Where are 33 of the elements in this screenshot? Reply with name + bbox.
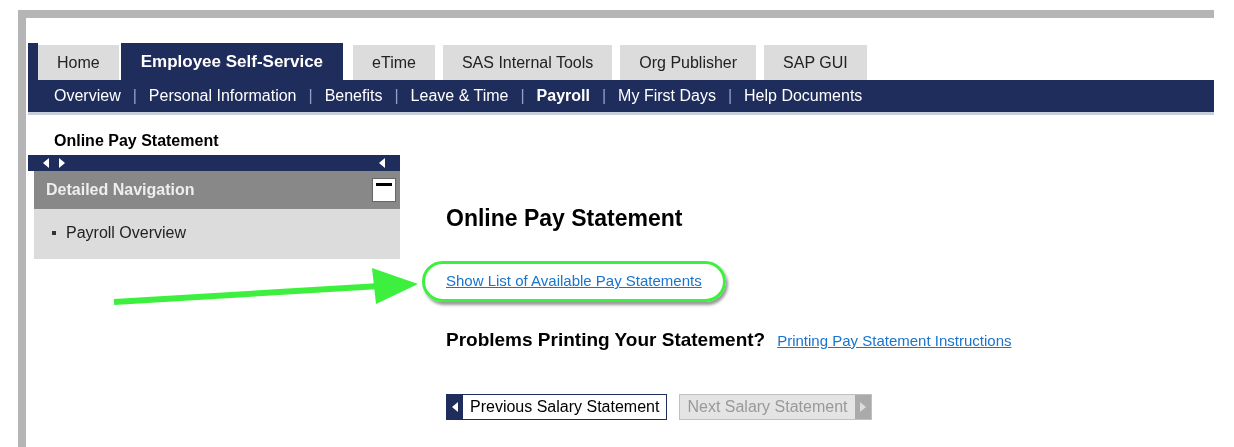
page-title: Online Pay Statement	[446, 204, 684, 233]
left-arrow-icon[interactable]	[452, 402, 458, 412]
separator: |	[727, 86, 733, 106]
separator: |	[520, 86, 525, 106]
subnav-link[interactable]: Leave & Time	[410, 84, 509, 108]
separator: |	[601, 86, 607, 106]
nav-tab[interactable]: eTime	[353, 45, 435, 80]
subnav-link[interactable]: Overview	[54, 84, 121, 108]
problems-label: Problems Printing Your Statement?	[446, 327, 766, 352]
bullet-icon	[52, 231, 56, 235]
previous-button[interactable]: Previous Salary Statement	[446, 394, 668, 420]
nav-tab[interactable]: Home	[38, 45, 119, 80]
collapse-icon[interactable]	[379, 158, 385, 168]
separator: |	[132, 86, 137, 106]
panel-title: Detailed Navigation	[46, 180, 195, 200]
right-arrow-icon[interactable]	[59, 158, 65, 168]
instructions-link[interactable]: Printing Pay Statement Instructions	[777, 329, 1012, 352]
subnav-link[interactable]: Personal Information	[148, 84, 297, 108]
separator: |	[308, 86, 313, 106]
subnav-link[interactable]: My First Days	[618, 84, 716, 108]
nav-tab[interactable]: SAP GUI	[764, 45, 867, 80]
nav-tab[interactable]: Employee Self-Service	[120, 43, 344, 80]
collapse-button[interactable]	[372, 178, 396, 202]
left-arrow-icon[interactable]	[43, 158, 49, 168]
nav-tab[interactable]: SAS Internal Tools	[442, 45, 613, 80]
subnav-link[interactable]: Help Documents	[744, 84, 863, 108]
subnav-link[interactable]: Benefits	[324, 84, 383, 108]
sidebar-link[interactable]: Payroll Overview	[66, 221, 187, 245]
breadcrumb: Online Pay Statement	[53, 131, 220, 151]
nav-tab[interactable]: Org Publisher	[620, 45, 757, 80]
separator: |	[394, 86, 399, 106]
statements-link[interactable]: Show List of Available Pay Statements	[446, 270, 702, 293]
subnav-link[interactable]: Payroll	[536, 84, 590, 108]
